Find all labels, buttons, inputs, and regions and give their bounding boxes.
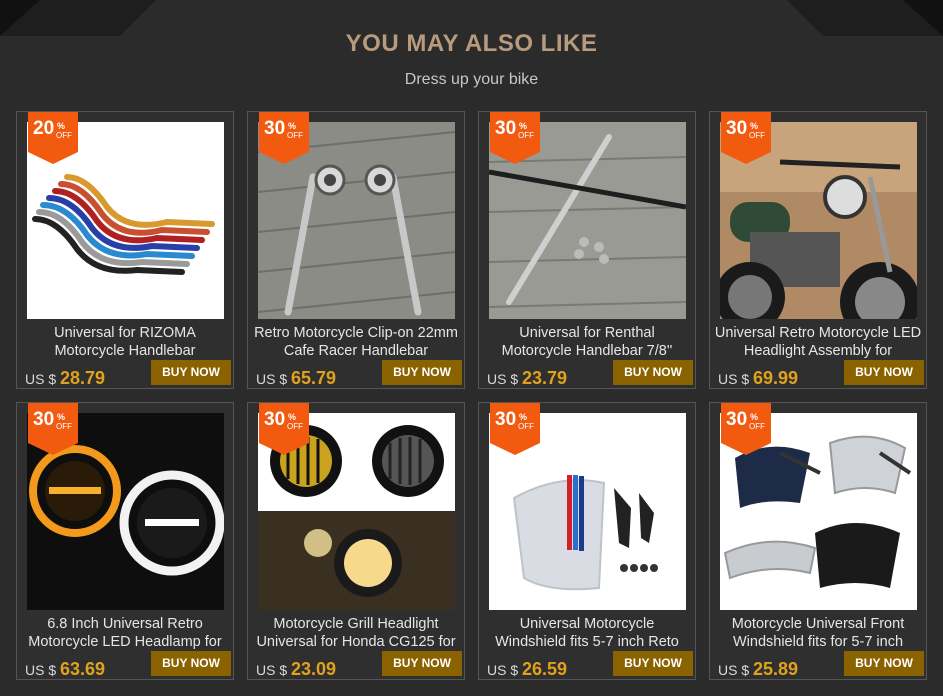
product-card[interactable]: 30 % OFF Motorcycle Grill Headlight Univ…	[247, 402, 465, 680]
price-amount: 23.79	[522, 368, 568, 388]
product-card[interactable]: 30 % OFF Universal for Renthal Motorcycl…	[478, 111, 696, 389]
product-title[interactable]: Retro Motorcycle Clip-on 22mm Cafe Racer…	[252, 324, 460, 362]
product-price: US $ 28.79	[25, 368, 105, 389]
buy-now-button[interactable]: BUY NOW	[151, 360, 231, 385]
off-label: OFF	[56, 422, 72, 431]
discount-value: 30	[726, 409, 748, 430]
currency-label: US $	[718, 371, 750, 387]
off-label: OFF	[518, 131, 534, 140]
discount-value: 30	[495, 118, 517, 139]
percent-sign: %	[750, 412, 759, 422]
product-title[interactable]: 6.8 Inch Universal Retro Motorcycle LED …	[21, 615, 229, 653]
percent-sign: %	[288, 412, 297, 422]
product-price: US $ 25.89	[718, 659, 798, 680]
off-label: OFF	[287, 422, 303, 431]
percent-sign: %	[57, 121, 66, 131]
price-amount: 26.59	[522, 659, 568, 679]
discount-value: 30	[264, 409, 286, 430]
product-title[interactable]: Universal Motorcycle Windshield fits 5-7…	[483, 615, 691, 653]
off-label: OFF	[56, 131, 72, 140]
product-card[interactable]: 30 % OFF Universal Motorcycle Windshield…	[478, 402, 696, 680]
buy-now-button[interactable]: BUY NOW	[151, 651, 231, 676]
buy-now-button[interactable]: BUY NOW	[844, 360, 924, 385]
currency-label: US $	[718, 662, 750, 678]
buy-now-button[interactable]: BUY NOW	[382, 360, 462, 385]
currency-label: US $	[25, 662, 57, 678]
product-price: US $ 23.09	[256, 659, 336, 680]
buy-now-button[interactable]: BUY NOW	[613, 360, 693, 385]
percent-sign: %	[57, 412, 66, 422]
price-amount: 28.79	[60, 368, 106, 388]
currency-label: US $	[256, 662, 288, 678]
product-card[interactable]: 30 % OFF 6.8 Inch Universal Retro Motorc…	[16, 402, 234, 680]
product-card[interactable]: 30 % OFF Retro Motorcycle Clip-on 22mm C…	[247, 111, 465, 389]
discount-value: 30	[264, 118, 286, 139]
off-label: OFF	[287, 131, 303, 140]
price-amount: 23.09	[291, 659, 337, 679]
product-price: US $ 63.69	[25, 659, 105, 680]
product-card[interactable]: 20 % OFF Universal for RIZOMA Motorcycle…	[16, 111, 234, 389]
percent-sign: %	[519, 412, 528, 422]
product-title[interactable]: Universal for Renthal Motorcycle Handleb…	[483, 324, 691, 362]
currency-label: US $	[25, 371, 57, 387]
product-card[interactable]: 30 % OFF Universal Retro Motorcycle LED …	[709, 111, 927, 389]
price-amount: 65.79	[291, 368, 337, 388]
discount-badge: 30 % OFF	[259, 403, 309, 455]
off-label: OFF	[749, 422, 765, 431]
price-amount: 63.69	[60, 659, 106, 679]
product-price: US $ 23.79	[487, 368, 567, 389]
currency-label: US $	[256, 371, 288, 387]
percent-sign: %	[750, 121, 759, 131]
buy-now-button[interactable]: BUY NOW	[382, 651, 462, 676]
buy-now-button[interactable]: BUY NOW	[844, 651, 924, 676]
product-title[interactable]: Motorcycle Universal Front Windshield fi…	[714, 615, 922, 653]
product-title[interactable]: Universal Retro Motorcycle LED Headlight…	[714, 324, 922, 362]
percent-sign: %	[288, 121, 297, 131]
product-title[interactable]: Motorcycle Grill Headlight Universal for…	[252, 615, 460, 653]
section-heading: YOU MAY ALSO LIKE	[345, 30, 598, 57]
discount-value: 20	[33, 118, 55, 139]
discount-badge: 20 % OFF	[28, 112, 78, 164]
discount-badge: 30 % OFF	[259, 112, 309, 164]
product-card[interactable]: 30 % OFF Motorcycle Universal Front Wind…	[709, 402, 927, 680]
off-label: OFF	[518, 422, 534, 431]
discount-badge: 30 % OFF	[721, 112, 771, 164]
discount-badge: 30 % OFF	[490, 112, 540, 164]
discount-badge: 30 % OFF	[490, 403, 540, 455]
discount-value: 30	[495, 409, 517, 430]
discount-value: 30	[33, 409, 55, 430]
product-title[interactable]: Universal for RIZOMA Motorcycle Handleba…	[21, 324, 229, 362]
price-amount: 25.89	[753, 659, 799, 679]
price-amount: 69.99	[753, 368, 799, 388]
discount-value: 30	[726, 118, 748, 139]
product-price: US $ 26.59	[487, 659, 567, 680]
section-subheading: Dress up your bike	[404, 71, 539, 88]
product-price: US $ 65.79	[256, 368, 336, 389]
discount-badge: 30 % OFF	[721, 403, 771, 455]
discount-badge: 30 % OFF	[28, 403, 78, 455]
product-price: US $ 69.99	[718, 368, 798, 389]
percent-sign: %	[519, 121, 528, 131]
off-label: OFF	[749, 131, 765, 140]
currency-label: US $	[487, 662, 519, 678]
currency-label: US $	[487, 371, 519, 387]
buy-now-button[interactable]: BUY NOW	[613, 651, 693, 676]
